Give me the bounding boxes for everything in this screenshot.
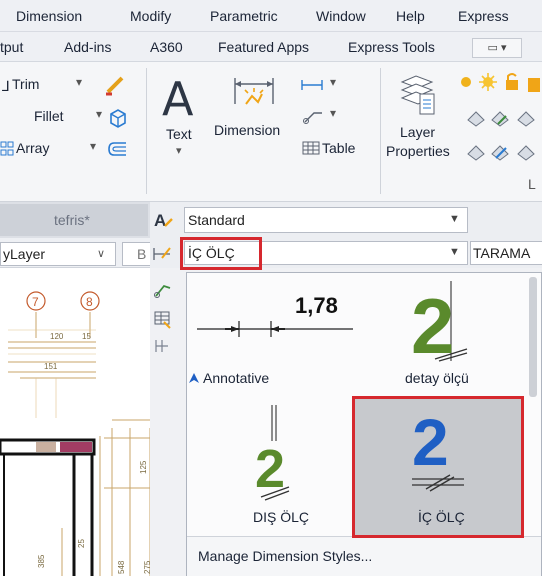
detay-dim-preview-icon: 2 — [411, 281, 468, 363]
gallery-tile-detay-olcu[interactable]: 2 detay ölçü — [363, 273, 527, 395]
text-button-label[interactable]: Text — [166, 126, 192, 142]
fillet-label[interactable]: Fillet — [34, 108, 64, 124]
dis-dim-preview-icon: 2 — [255, 405, 290, 501]
ribbon-minimize-button[interactable]: ▭ ▾ — [472, 38, 522, 58]
layer-properties-icon[interactable] — [398, 70, 438, 116]
trim-dropdown-icon[interactable]: ▾ — [76, 75, 82, 89]
bylayer-value: yLayer — [3, 246, 46, 262]
bylayer-combo[interactable]: yLayer ∨ — [0, 242, 116, 266]
dim-text-385: 385 — [37, 554, 46, 568]
text-style-icon: A — [154, 211, 173, 230]
text-dropdown-icon[interactable]: ▾ — [176, 144, 182, 157]
text-style-row: A Standard ▼ — [150, 202, 542, 238]
group-separator — [380, 68, 381, 194]
annotative-icon — [189, 373, 199, 383]
multileader-style-combo[interactable]: TARAMA — [470, 241, 542, 265]
dim-text-15: 15 — [82, 332, 91, 341]
linear-dim-icon[interactable] — [300, 78, 330, 92]
tab-featured-apps[interactable]: Featured Apps — [218, 39, 309, 55]
trim-label[interactable]: Trim — [12, 76, 39, 92]
tab-express-tools[interactable]: Express Tools — [348, 39, 435, 55]
layer-tool-icons-row2[interactable] — [466, 106, 542, 128]
menu-express[interactable]: Express — [458, 8, 509, 24]
layer-state-icons[interactable] — [458, 72, 542, 94]
layer-tool-icons-row3[interactable] — [466, 140, 542, 162]
dimension-style-highlight — [180, 237, 262, 270]
tab-add-ins[interactable]: Add-ins — [64, 39, 111, 55]
sample-value-text: 1,78 — [295, 293, 338, 318]
manage-dimension-styles-label: Manage Dimension Styles... — [198, 548, 373, 564]
grid-bubble-8-label: 8 — [86, 295, 93, 309]
erase-icon[interactable] — [104, 74, 128, 96]
tile-label-detay-olcu: detay ölçü — [405, 370, 469, 386]
menu-help[interactable]: Help — [396, 8, 425, 24]
linear-dim-dropdown-icon[interactable]: ▾ — [330, 75, 336, 89]
chevron-down-icon: ▼ — [449, 246, 460, 258]
gallery-tile-dis-olcu[interactable]: 2 DIŞ ÖLÇ — [187, 395, 363, 535]
svg-text:A: A — [154, 211, 166, 230]
svg-text:2: 2 — [411, 282, 454, 363]
3d-box-icon[interactable] — [106, 106, 128, 128]
chevron-down-icon: ▼ — [449, 213, 460, 225]
linetype-value: B — [137, 246, 147, 262]
tab-a360[interactable]: A360 — [150, 39, 183, 55]
menu-window[interactable]: Window — [316, 8, 366, 24]
offset-icon[interactable] — [106, 140, 130, 158]
layer-label-line2[interactable]: Properties — [386, 143, 450, 159]
gallery-tile-annotative[interactable]: 1,78 Annotative — [187, 273, 363, 395]
dim-text-25: 25 — [77, 539, 86, 548]
grid-bubble-7-label: 7 — [32, 295, 39, 309]
layer-label-line1[interactable]: Layer — [400, 124, 435, 140]
menu-bar: Dimension Modify Parametric Window Help … — [0, 0, 542, 32]
trim-button[interactable]: ⅃ — [2, 78, 10, 95]
leader-dropdown-icon[interactable]: ▾ — [330, 106, 336, 120]
dimension-icon[interactable] — [232, 74, 276, 110]
manage-dimension-styles-item[interactable]: Manage Dimension Styles... — [187, 536, 541, 576]
selected-tile-highlight — [352, 396, 524, 538]
multileader-style-value: TARAMA — [473, 245, 531, 261]
table-icon — [302, 141, 320, 155]
gallery-scrollbar[interactable] — [529, 277, 537, 397]
array-label[interactable]: Array — [16, 140, 49, 156]
tile-label-dis-olcu: DIŞ ÖLÇ — [253, 509, 310, 525]
chevron-down-icon: ∨ — [97, 248, 106, 260]
dim-text-120: 120 — [50, 332, 64, 341]
fillet-dropdown-icon[interactable]: ▾ — [96, 107, 102, 121]
dimension-style-icon — [153, 247, 171, 260]
side-tool-icons[interactable] — [152, 278, 174, 390]
document-tab-label: tefris* — [54, 212, 90, 228]
leader-icon[interactable] — [302, 108, 326, 124]
dim-text-125: 125 — [139, 460, 148, 474]
document-tab[interactable]: tefris* — [0, 204, 148, 236]
table-button-label[interactable]: Table — [322, 140, 355, 156]
ribbon-tab-row: tput Add-ins A360 Featured Apps Express … — [0, 32, 542, 62]
menu-dimension[interactable]: Dimension — [16, 8, 82, 24]
tile-label-annotative: Annotative — [203, 370, 270, 386]
dimension-button-label[interactable]: Dimension — [214, 122, 280, 138]
array-dropdown-icon[interactable]: ▾ — [90, 139, 96, 153]
menu-parametric[interactable]: Parametric — [210, 8, 278, 24]
ribbon-panel: ⅃ Trim ▾ Fillet ▾ Array ▾ A Text ▾ Dimen… — [0, 62, 542, 202]
layers-panel-title: L — [528, 176, 536, 192]
tab-output[interactable]: tput — [0, 39, 23, 55]
array-icon — [0, 141, 14, 156]
dim-text-548: 548 — [117, 560, 126, 574]
menu-modify[interactable]: Modify — [130, 8, 171, 24]
dim-text-151: 151 — [44, 362, 58, 371]
text-a-icon[interactable]: A — [162, 72, 193, 126]
group-separator — [146, 68, 147, 194]
text-style-value: Standard — [188, 212, 245, 228]
text-style-combo[interactable]: Standard ▼ — [184, 207, 468, 233]
